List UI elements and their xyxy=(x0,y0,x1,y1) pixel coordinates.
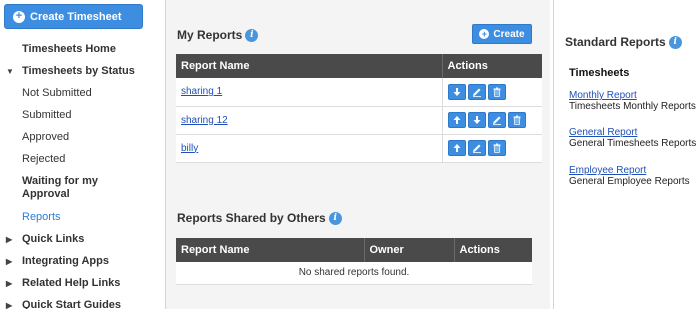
report-name-cell: billy xyxy=(176,134,442,163)
sidebar-nav: Timesheets Home ▼ Timesheets by Status N… xyxy=(0,38,156,309)
edit-button[interactable] xyxy=(467,140,486,156)
create-timesheet-label: Create Timesheet xyxy=(30,10,122,23)
edit-button[interactable] xyxy=(467,83,486,100)
report-name-cell: sharing 1 xyxy=(176,78,442,107)
arrow-down-icon xyxy=(473,116,480,124)
sidebar: + Create Timesheet Timesheets Home ▼ Tim… xyxy=(0,0,156,309)
standard-reports-title: Standard Reports xyxy=(565,35,666,49)
edit-icon xyxy=(472,88,481,97)
column-header-report-name: Report Name xyxy=(176,238,365,262)
shared-reports-heading: Reports Shared by Others i xyxy=(177,211,342,225)
sidebar-item-waiting-approval[interactable]: Waiting for my Approval xyxy=(0,170,156,206)
sidebar-item-label: Not Submitted xyxy=(22,87,92,99)
sidebar-item-reports[interactable]: Reports xyxy=(0,206,156,228)
sidebar-item-not-submitted[interactable]: Not Submitted xyxy=(0,82,156,104)
plus-icon: + xyxy=(13,10,25,23)
column-header-actions: Actions xyxy=(454,238,532,262)
report-link[interactable]: sharing 12 xyxy=(181,115,228,126)
triangle-right-icon: ▶ xyxy=(6,234,13,244)
my-reports-title: My Reports xyxy=(177,28,243,42)
triangle-down-icon: ▼ xyxy=(6,66,14,76)
move-up-button[interactable] xyxy=(447,112,466,128)
standard-reports-heading: Standard Reports i xyxy=(565,35,682,49)
sidebar-item-timesheets-home[interactable]: Timesheets Home xyxy=(0,38,156,60)
column-header-actions: Actions xyxy=(442,54,542,78)
sidebar-item-label: Submitted xyxy=(22,109,72,121)
sidebar-item-label: Approved xyxy=(22,131,70,143)
trash-icon xyxy=(513,115,520,125)
sidebar-item-label: Waiting for my Approval xyxy=(22,175,98,200)
empty-row: No shared reports found. xyxy=(176,262,532,285)
sidebar-item-label: Quick Links xyxy=(22,233,85,245)
timesheets-section-title: Timesheets xyxy=(569,67,630,79)
shared-reports-title: Reports Shared by Others xyxy=(177,211,326,225)
delete-button[interactable] xyxy=(487,83,506,100)
arrow-up-icon xyxy=(453,116,460,124)
table-row: billy xyxy=(176,134,542,163)
column-header-report-name: Report Name xyxy=(176,54,443,78)
create-timesheet-button[interactable]: + Create Timesheet xyxy=(4,4,143,29)
edit-button[interactable] xyxy=(487,112,506,128)
triangle-right-icon: ▶ xyxy=(6,278,13,288)
sidebar-item-label: Integrating Apps xyxy=(22,255,109,267)
move-down-button[interactable] xyxy=(467,112,486,128)
delete-button[interactable] xyxy=(487,140,506,156)
employee-report-desc: General Employee Reports xyxy=(569,176,690,187)
table-row: sharing 12 xyxy=(176,106,542,135)
create-report-button[interactable]: + Create xyxy=(472,24,532,44)
monthly-report-desc: Timesheets Monthly Reports xyxy=(569,101,696,112)
main-panel: My Reports i + Create Report Name Action… xyxy=(166,0,550,309)
actions-cell xyxy=(441,106,542,135)
general-report-desc: General Timesheets Reports xyxy=(569,138,697,149)
trash-icon xyxy=(493,87,500,97)
move-up-button[interactable] xyxy=(447,140,466,156)
sidebar-item-label: Rejected xyxy=(22,153,66,165)
table-row: sharing 1 xyxy=(176,78,542,107)
sidebar-item-quick-start-guides[interactable]: ▶ Quick Start Guides xyxy=(0,294,156,309)
actions-cell xyxy=(441,134,542,163)
sidebar-item-rejected[interactable]: Rejected xyxy=(0,148,156,170)
sidebar-item-integrating-apps[interactable]: ▶ Integrating Apps xyxy=(0,250,156,272)
my-reports-heading: My Reports i xyxy=(177,28,259,42)
create-report-label: Create xyxy=(493,28,525,40)
sidebar-item-timesheets-by-status[interactable]: ▼ Timesheets by Status xyxy=(0,60,156,82)
sidebar-item-label: Reports xyxy=(22,211,61,223)
plus-icon: + xyxy=(479,29,490,39)
empty-message: No shared reports found. xyxy=(176,262,532,285)
info-icon[interactable]: i xyxy=(668,35,682,49)
sidebar-item-submitted[interactable]: Submitted xyxy=(0,104,156,126)
edit-icon xyxy=(492,116,501,125)
column-header-owner: Owner xyxy=(364,238,455,262)
move-down-button[interactable] xyxy=(447,83,466,100)
triangle-right-icon: ▶ xyxy=(6,300,13,309)
actions-cell xyxy=(441,78,542,107)
arrow-up-icon xyxy=(453,144,460,152)
triangle-right-icon: ▶ xyxy=(6,256,13,266)
employee-report-link[interactable]: Employee Report xyxy=(569,165,646,176)
edit-icon xyxy=(472,144,481,153)
my-reports-table: Report Name Actions sharing 1 sharing 12 xyxy=(176,54,542,163)
standard-reports-panel: Standard Reports i Timesheets Monthly Re… xyxy=(554,0,700,309)
report-link[interactable]: billy xyxy=(181,143,198,154)
sidebar-item-label: Related Help Links xyxy=(22,277,121,289)
sidebar-item-approved[interactable]: Approved xyxy=(0,126,156,148)
report-name-cell: sharing 12 xyxy=(176,106,442,135)
sidebar-item-label: Timesheets Home xyxy=(22,43,116,55)
report-link[interactable]: sharing 1 xyxy=(181,86,222,97)
trash-icon xyxy=(493,143,500,153)
sidebar-item-quick-links[interactable]: ▶ Quick Links xyxy=(0,228,156,250)
info-icon[interactable]: i xyxy=(328,211,342,225)
info-icon[interactable]: i xyxy=(245,28,259,42)
arrow-down-icon xyxy=(453,87,460,96)
monthly-report-link[interactable]: Monthly Report xyxy=(569,90,637,101)
delete-button[interactable] xyxy=(507,112,526,128)
general-report-link[interactable]: General Report xyxy=(569,127,637,138)
sidebar-item-related-help-links[interactable]: ▶ Related Help Links xyxy=(0,272,156,294)
sidebar-item-label: Quick Start Guides xyxy=(22,299,122,309)
sidebar-item-label: Timesheets by Status xyxy=(22,65,135,77)
shared-reports-table: Report Name Owner Actions No shared repo… xyxy=(176,238,532,285)
